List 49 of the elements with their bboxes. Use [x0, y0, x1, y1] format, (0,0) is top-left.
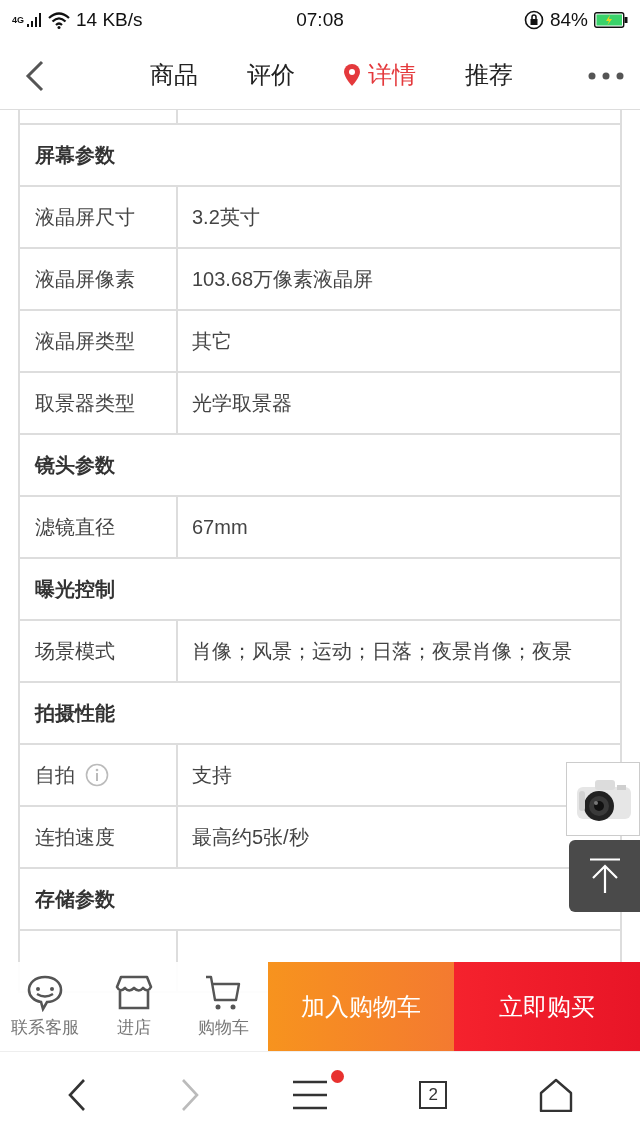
battery-charging-icon: [594, 12, 628, 28]
spec-label: 取景器类型: [35, 390, 135, 416]
more-icon[interactable]: [588, 72, 624, 80]
buy-now-button[interactable]: 立即购买: [454, 962, 640, 1051]
spec-label: 液晶屏尺寸: [35, 204, 135, 230]
menu-icon[interactable]: [291, 1080, 328, 1110]
spec-value: 支持: [192, 762, 232, 788]
nav-tab[interactable]: 详情: [344, 58, 416, 91]
spec-value: 光学取景器: [192, 390, 292, 416]
network-speed: 14 KB/s: [76, 9, 143, 31]
home-icon[interactable]: [538, 1078, 575, 1112]
spec-label: 连拍速度: [35, 824, 115, 850]
add-to-cart-button[interactable]: 加入购物车: [268, 962, 454, 1051]
toolbar-link[interactable]: 进店: [89, 962, 179, 1051]
section-heading: 拍摄性能: [35, 700, 115, 726]
nav-tab[interactable]: 评价: [247, 58, 295, 91]
back-icon[interactable]: [24, 60, 46, 92]
battery-percent: 84%: [549, 9, 588, 31]
nav-tab[interactable]: 商品: [150, 58, 198, 91]
section-heading: 存储参数: [35, 886, 115, 912]
wifi-icon: [48, 11, 70, 29]
section-heading: 曝光控制: [35, 576, 115, 602]
nav-tab[interactable]: 推荐: [465, 58, 513, 91]
clock: 07:08: [296, 9, 344, 30]
spec-value: 103.68万像素液晶屏: [192, 266, 374, 292]
section-heading: 屏幕参数: [35, 142, 115, 168]
spec-value: 67mm: [192, 515, 248, 539]
toolbar-link[interactable]: 联系客服: [0, 962, 90, 1051]
arrow-up-icon: [588, 858, 621, 894]
shopping-cart-icon: [204, 974, 243, 1012]
spec-label: 滤镜直径: [35, 514, 115, 540]
back-to-top-button[interactable]: [569, 840, 640, 912]
toolbar-link[interactable]: 购物车: [178, 962, 268, 1051]
store-icon: [115, 974, 153, 1012]
spec-value: 最高约5张/秒: [192, 824, 309, 850]
spec-label: 液晶屏像素: [35, 266, 135, 292]
spec-value: 肖像；风景；运动；日落；夜景肖像；夜景: [192, 638, 572, 664]
tab-count-button[interactable]: 2: [419, 1081, 448, 1109]
spec-label: 自拍: [35, 762, 75, 788]
spec-label: 液晶屏类型: [35, 328, 135, 354]
network-label: 4G: [12, 15, 24, 25]
chat-bubble-icon: [25, 974, 64, 1012]
signal-icon: [26, 12, 42, 28]
spec-value: 3.2英寸: [192, 204, 260, 230]
spec-label: 场景模式: [35, 638, 115, 664]
spec-value: 其它: [192, 328, 232, 354]
section-heading: 镜头参数: [35, 452, 115, 478]
rotation-lock-icon: [523, 10, 544, 30]
location-pin-icon: [344, 63, 360, 86]
